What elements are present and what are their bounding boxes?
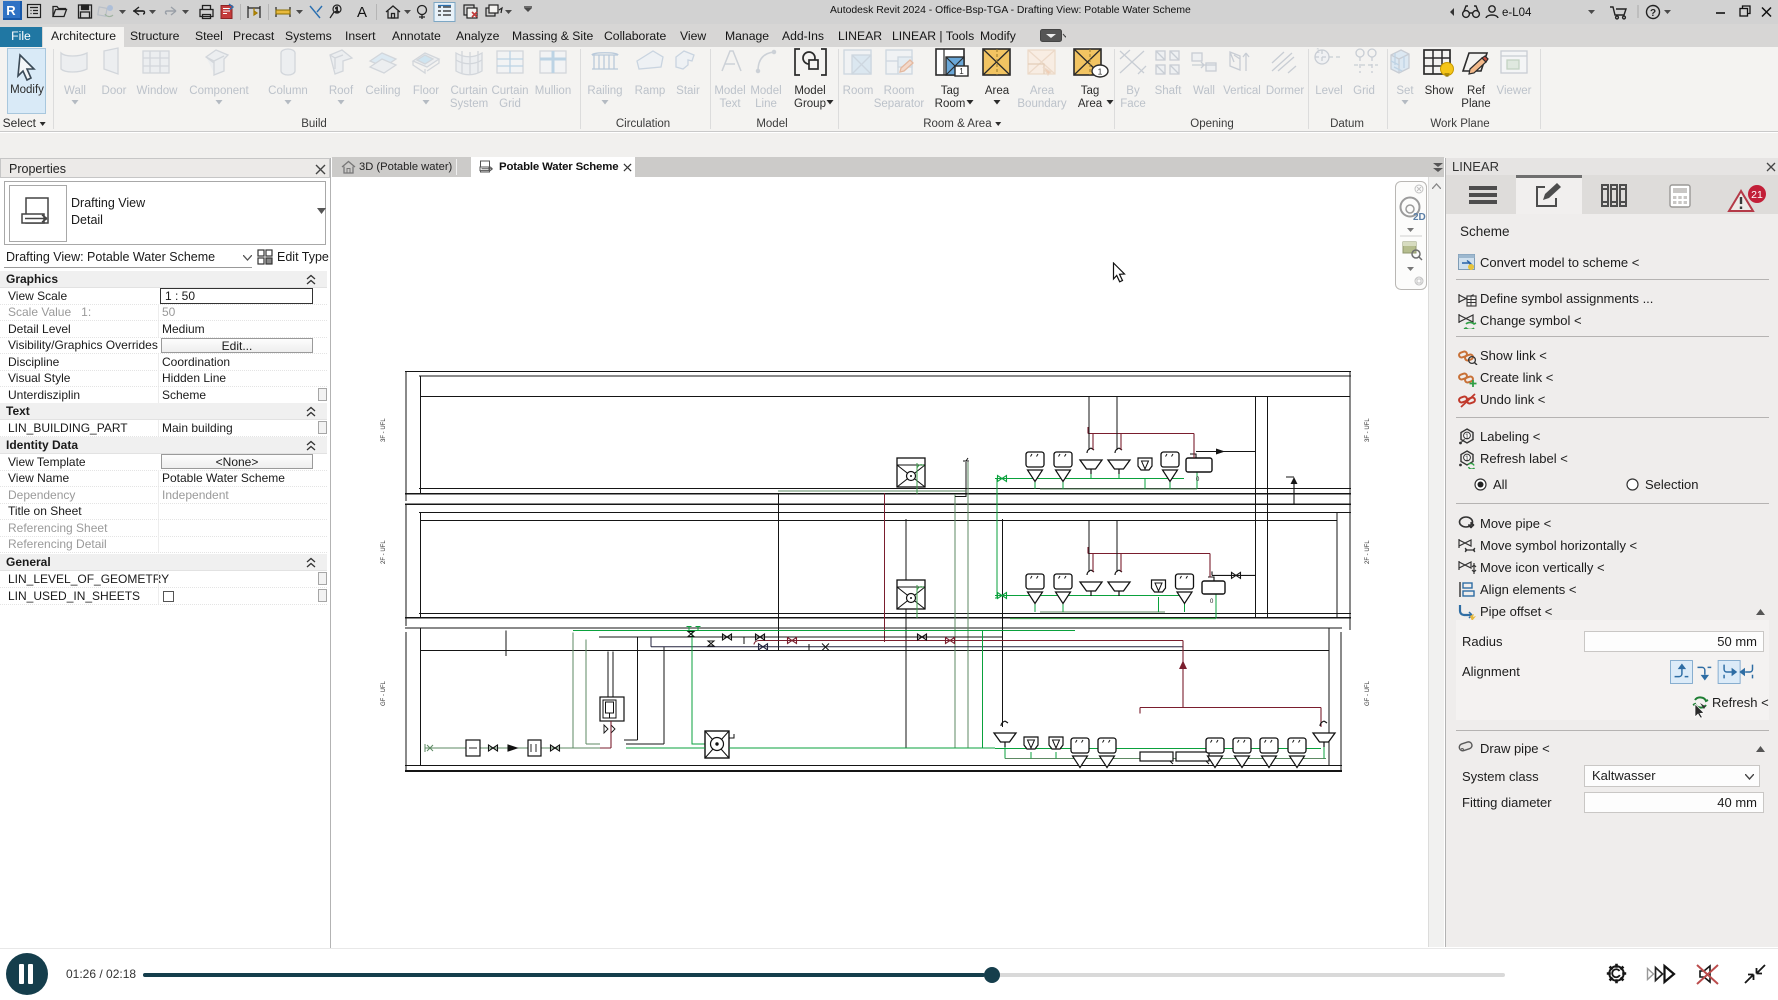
svg-text:Text: Text: [719, 98, 741, 110]
svg-text:0: 0: [1210, 599, 1214, 605]
svg-text:Grid: Grid: [1353, 85, 1375, 97]
svg-text:?: ?: [1650, 8, 1656, 19]
svg-text:Mullion: Mullion: [535, 85, 571, 97]
svg-text:Viewer: Viewer: [1497, 85, 1532, 97]
svg-text:Model: Model: [794, 85, 825, 97]
svg-text:Dormer: Dormer: [1266, 85, 1305, 97]
svg-text:Room: Room: [884, 85, 915, 97]
svg-text:Railing: Railing: [587, 85, 622, 97]
svg-text:3F - UFL: 3F - UFL: [1365, 418, 1371, 442]
svg-text:Door: Door: [102, 85, 127, 97]
svg-text:Model: Model: [750, 85, 781, 97]
svg-text:2F - UFL: 2F - UFL: [381, 540, 387, 564]
svg-text:Line: Line: [755, 98, 777, 110]
svg-text:Room: Room: [843, 85, 874, 97]
svg-text:System: System: [450, 98, 488, 110]
svg-text:Stair: Stair: [676, 85, 700, 97]
svg-text:21: 21: [1751, 189, 1763, 201]
svg-text:Vertical: Vertical: [1223, 85, 1261, 97]
svg-text:Tag: Tag: [1081, 85, 1100, 97]
svg-text:Show: Show: [1425, 85, 1454, 97]
svg-text:2D: 2D: [1413, 212, 1426, 223]
svg-text:Window: Window: [137, 85, 179, 97]
svg-text:Floor: Floor: [413, 85, 439, 97]
svg-text:Column: Column: [268, 85, 308, 97]
svg-text:1: 1: [335, 7, 339, 14]
svg-text:GF - UFL: GF - UFL: [1365, 680, 1371, 706]
svg-text:Wall: Wall: [64, 85, 86, 97]
svg-text:Ramp: Ramp: [635, 85, 666, 97]
svg-text:Plane: Plane: [1461, 98, 1490, 110]
svg-text:1: 1: [1098, 67, 1103, 77]
svg-text:Set: Set: [1396, 85, 1414, 97]
svg-text:A: A: [357, 4, 367, 21]
svg-text:e-L04: e-L04: [1502, 7, 1532, 19]
svg-text:R: R: [6, 3, 16, 18]
svg-text:Group: Group: [794, 98, 826, 110]
svg-text:By: By: [1126, 85, 1140, 97]
svg-text:1: 1: [959, 67, 964, 76]
svg-text:Area: Area: [1078, 98, 1103, 110]
svg-text:Level: Level: [1315, 85, 1343, 97]
svg-text:2F - UFL: 2F - UFL: [1365, 540, 1371, 564]
svg-text:Separator: Separator: [874, 98, 925, 110]
svg-text:1: 1: [1465, 433, 1469, 440]
svg-text:Area: Area: [1030, 85, 1055, 97]
svg-text:Roof: Roof: [329, 85, 354, 97]
svg-text:Boundary: Boundary: [1017, 98, 1066, 110]
svg-text:1: 1: [1316, 48, 1320, 55]
svg-text:Ref: Ref: [1467, 85, 1486, 97]
svg-text:Grid: Grid: [499, 98, 521, 110]
svg-text:1: 1: [1465, 455, 1469, 462]
svg-text:Wall: Wall: [1193, 85, 1215, 97]
svg-text:Face: Face: [1120, 98, 1146, 110]
svg-text:Curtain: Curtain: [491, 85, 528, 97]
svg-text:Room: Room: [935, 98, 966, 110]
svg-text:GF - UFL: GF - UFL: [381, 680, 387, 706]
svg-text:Shaft: Shaft: [1155, 85, 1183, 97]
svg-text:0: 0: [1196, 477, 1200, 483]
svg-text:Component: Component: [189, 85, 249, 97]
svg-text:Area: Area: [985, 85, 1010, 97]
svg-text:Ceiling: Ceiling: [365, 85, 400, 97]
svg-text:Curtain: Curtain: [450, 85, 487, 97]
svg-text:3F - UFL: 3F - UFL: [381, 418, 387, 442]
svg-text:Tag: Tag: [941, 85, 960, 97]
svg-text:Model: Model: [714, 85, 745, 97]
